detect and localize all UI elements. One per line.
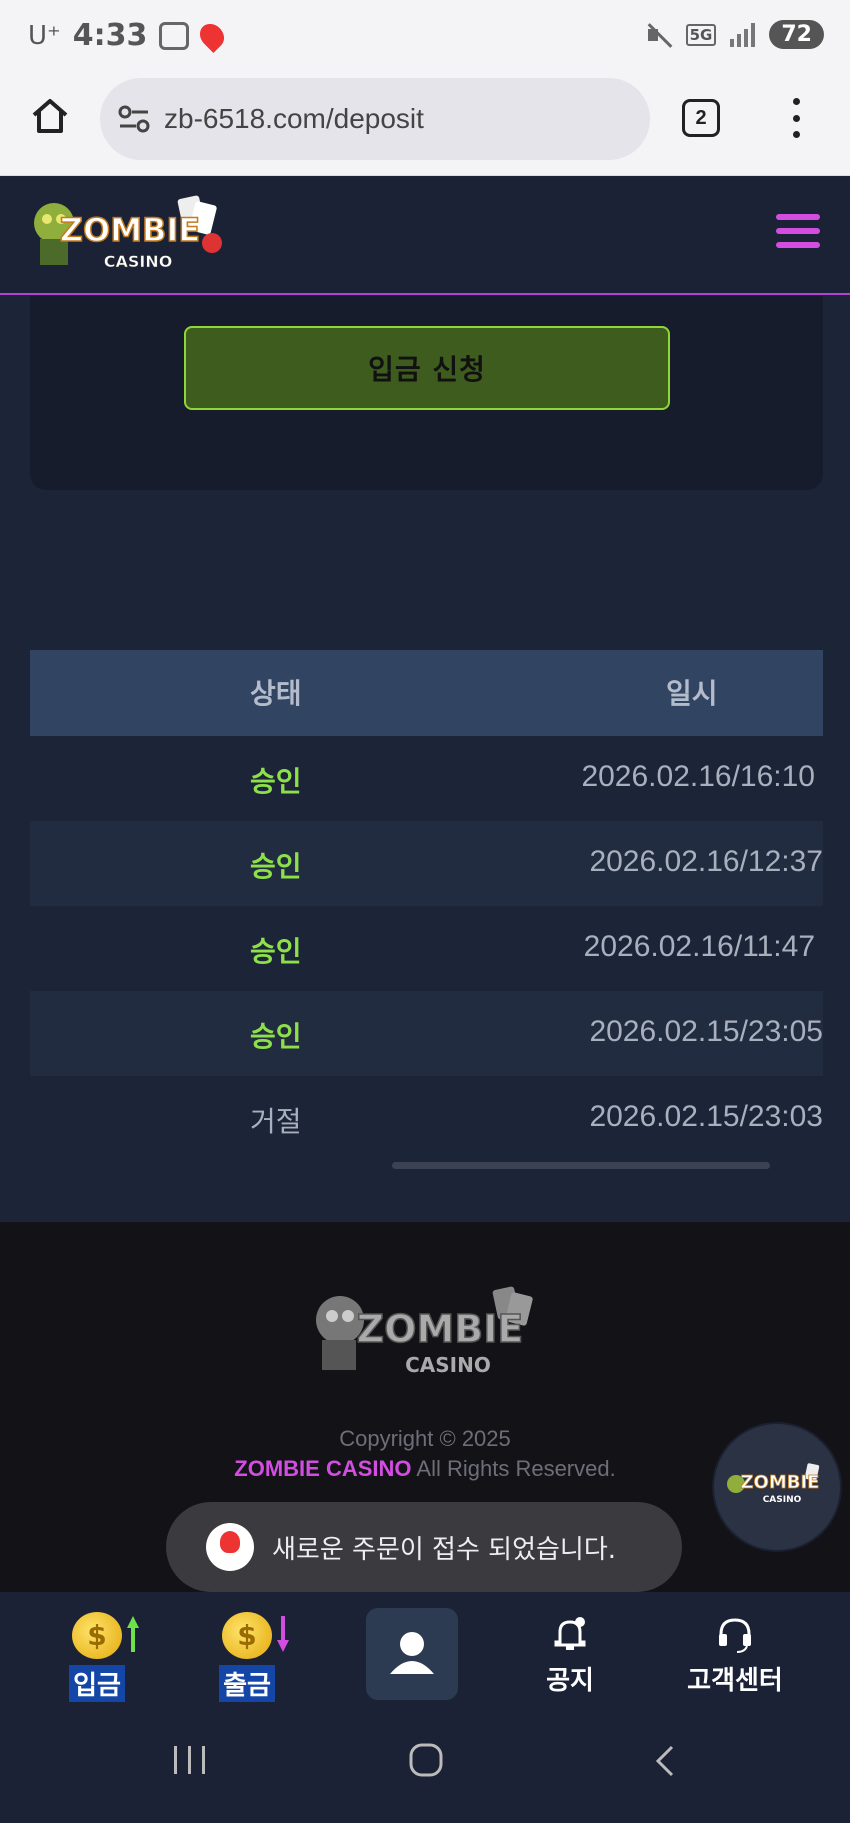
deposit-request-button[interactable]: 입금 신청 <box>184 326 670 410</box>
coin-deposit-icon: $ <box>72 1612 139 1659</box>
tab-switcher-button[interactable]: 2 <box>682 99 720 137</box>
arrow-up-icon <box>127 1616 139 1652</box>
table-row: 승인 2026.02.16/11:47 <box>30 906 823 991</box>
floating-logo-button[interactable]: ZOMBIE CASINO <box>714 1424 840 1550</box>
deposit-history-table: 상태 일시 승인 2026.02.16/16:10 승인 2026.02.16/… <box>30 650 823 1161</box>
more-menu-icon[interactable] <box>790 98 802 138</box>
table-row: 승인 2026.02.16/16:10 <box>30 736 823 821</box>
app-logo-icon <box>206 1523 254 1571</box>
app-notification-icon <box>195 18 230 53</box>
hamburger-menu-icon[interactable] <box>776 214 820 248</box>
datetime-cell: 2026.02.15/23:03 <box>589 1100 823 1133</box>
back-icon[interactable] <box>652 1744 678 1778</box>
zombie-casino-logo[interactable]: ZOMBIE CASINO <box>30 189 240 283</box>
footer-logo: ZOMBIE CASINO <box>316 1286 533 1377</box>
logo-text-bottom: CASINO <box>104 252 173 271</box>
arrow-down-icon <box>277 1616 289 1652</box>
float-logo-text-bottom: CASINO <box>763 1495 802 1505</box>
column-header-status: 상태 <box>250 677 302 710</box>
deposit-panel: 입금 신청 <box>30 296 823 490</box>
coin-withdraw-icon: $ <box>222 1612 289 1659</box>
headset-icon <box>719 1618 751 1653</box>
nav-deposit-label: 입금 <box>69 1665 125 1702</box>
signal-icon <box>730 22 756 47</box>
logo-text-top: ZOMBIE <box>60 211 200 249</box>
status-cell: 승인 <box>250 765 302 798</box>
nav-deposit[interactable]: $ 입금 <box>52 1592 142 1702</box>
nav-support[interactable]: 고객센터 <box>670 1592 800 1702</box>
table-header: 상태 일시 <box>30 650 823 736</box>
bottom-navigation: $ 입금 $ 출금 공지 고객센터 <box>0 1592 850 1702</box>
datetime-cell: 2026.02.16/12:37 <box>589 845 823 878</box>
nav-support-label: 고객센터 <box>687 1666 783 1696</box>
recent-apps-icon[interactable] <box>172 1744 208 1776</box>
status-cell: 승인 <box>250 935 302 968</box>
table-row: 거절 2026.02.15/23:03 <box>30 1076 823 1161</box>
url-text: zb-6518.com/deposit <box>164 103 424 134</box>
system-navigation-bar <box>0 1702 850 1823</box>
bell-icon <box>554 1617 586 1650</box>
toast-notification: 새로운 주문이 접수 되었습니다. <box>166 1502 682 1592</box>
home-icon[interactable] <box>30 96 70 136</box>
datetime-cell: 2026.02.16/16:10 <box>581 760 815 793</box>
footer-logo-text-bottom: CASINO <box>405 1353 491 1377</box>
toast-message: 새로운 주문이 접수 되었습니다. <box>272 1534 617 1565</box>
profile-button[interactable] <box>366 1608 458 1700</box>
screenshot-icon <box>159 21 190 50</box>
browser-toolbar: zb-6518.com/deposit 2 <box>0 72 850 176</box>
datetime-cell: 2026.02.16/11:47 <box>583 930 815 963</box>
clock: 4:33 <box>72 18 148 53</box>
status-cell: 승인 <box>250 1020 302 1053</box>
table-row: 승인 2026.02.15/23:05 <box>30 991 823 1076</box>
horizontal-scrollbar[interactable] <box>392 1162 770 1169</box>
column-header-datetime: 일시 <box>666 677 718 710</box>
carrier-label: U⁺ <box>28 20 61 51</box>
status-bar: U⁺ 4:33 5G 72 <box>0 0 850 72</box>
site-settings-icon[interactable] <box>118 104 150 134</box>
rights-text: All Rights Reserved. <box>411 1456 616 1481</box>
copyright-text: Copyright © 2025 <box>339 1426 511 1451</box>
datetime-cell: 2026.02.15/23:05 <box>589 1015 823 1048</box>
status-cell: 거절 <box>250 1105 302 1138</box>
address-bar[interactable]: zb-6518.com/deposit <box>100 78 650 160</box>
network-type: 5G <box>685 23 717 46</box>
home-nav-icon[interactable] <box>408 1742 444 1778</box>
nav-withdraw-label: 출금 <box>219 1665 275 1702</box>
nav-notice-label: 공지 <box>546 1666 594 1696</box>
footer-brand: ZOMBIE CASINO <box>234 1456 412 1481</box>
mute-icon <box>646 22 672 48</box>
nav-withdraw[interactable]: $ 출금 <box>202 1592 292 1702</box>
status-cell: 승인 <box>250 850 302 883</box>
footer-logo-text-top: ZOMBIE <box>357 1307 524 1351</box>
table-row: 승인 2026.02.16/12:37 <box>30 821 823 906</box>
nav-notice[interactable]: 공지 <box>530 1592 610 1702</box>
float-logo-text-top: ZOMBIE <box>741 1472 820 1493</box>
site-header: ZOMBIE CASINO <box>0 177 850 295</box>
battery-level: 72 <box>769 20 824 49</box>
